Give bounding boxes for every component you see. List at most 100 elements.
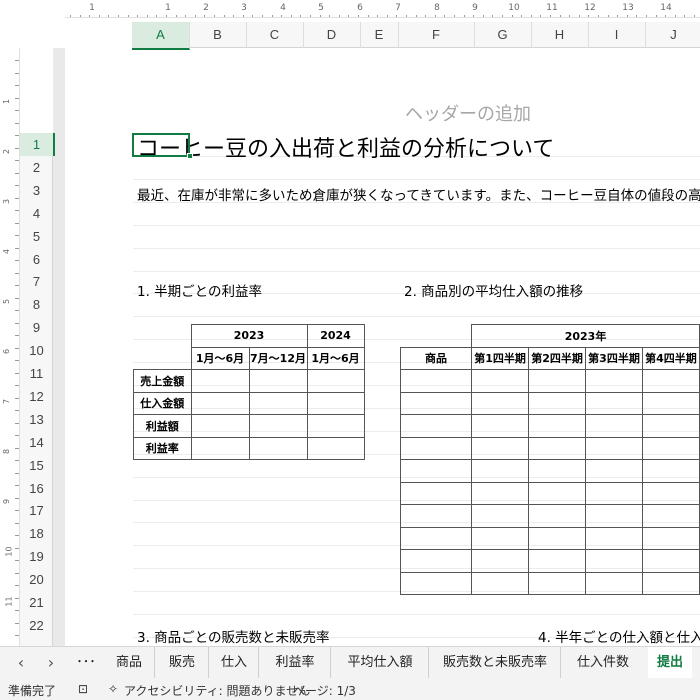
row-header-2[interactable]: 2 [20,156,53,179]
data-cell[interactable] [585,481,643,505]
data-cell[interactable] [528,504,587,528]
data-cell[interactable] [400,526,473,550]
row-header-19[interactable]: 19 [20,545,53,568]
sheet-tab[interactable]: 商品 [104,647,155,678]
data-cell[interactable] [641,436,700,460]
column-header-j[interactable]: J [645,22,700,48]
row-header-11[interactable]: 11 [20,362,53,385]
scroll-right-icon[interactable]: › [40,647,62,678]
data-cell[interactable] [400,436,473,460]
data-cell[interactable] [528,391,587,415]
data-cell[interactable] [400,459,473,483]
data-cell[interactable] [528,369,587,393]
data-cell[interactable] [528,414,587,438]
data-cell[interactable] [641,391,700,415]
column-header-c[interactable]: C [246,22,304,48]
row-header-15[interactable]: 15 [20,454,53,477]
data-cell[interactable] [190,369,250,393]
data-cell[interactable] [585,414,643,438]
column-header-a[interactable]: A [132,22,190,50]
row-header-20[interactable]: 20 [20,568,53,591]
row-header-5[interactable]: 5 [20,225,53,248]
macro-record-icon[interactable]: ⊡ [78,682,88,696]
sheet-tab[interactable]: 仕入件数 [562,647,644,678]
column-header-d[interactable]: D [303,22,361,48]
data-cell[interactable] [400,504,473,528]
sheet-tab[interactable]: 販売 [156,647,209,678]
data-cell[interactable] [471,549,530,573]
data-cell[interactable] [528,436,587,460]
data-cell[interactable] [471,526,530,550]
data-cell[interactable] [641,571,700,595]
data-cell[interactable] [641,481,700,505]
row-header-1[interactable]: 1 [20,133,55,156]
data-cell[interactable] [585,459,643,483]
row-header-9[interactable]: 9 [20,316,53,339]
data-cell[interactable] [528,526,587,550]
data-cell[interactable] [641,526,700,550]
sheet-tab-active[interactable]: 提出 [648,647,692,681]
data-cell[interactable] [400,571,473,595]
data-cell[interactable] [641,504,700,528]
data-cell[interactable] [248,436,308,460]
data-cell[interactable] [306,414,365,438]
data-cell[interactable] [585,526,643,550]
row-header-16[interactable]: 16 [20,477,53,500]
data-cell[interactable] [641,414,700,438]
data-cell[interactable] [641,459,700,483]
row-header-21[interactable]: 21 [20,591,53,614]
data-cell[interactable] [306,436,365,460]
data-cell[interactable] [528,481,587,505]
row-header-18[interactable]: 18 [20,522,53,545]
data-cell[interactable] [471,481,530,505]
sheet-tab[interactable]: 販売数と未販売率 [430,647,561,678]
data-cell[interactable] [585,369,643,393]
data-cell[interactable] [471,436,530,460]
more-sheets-button[interactable]: ･･･ [70,647,102,678]
data-cell[interactable] [585,436,643,460]
data-cell[interactable] [306,391,365,415]
fill-handle[interactable] [187,153,193,159]
column-header-g[interactable]: G [474,22,532,48]
row-header-14[interactable]: 14 [20,431,53,454]
row-header-17[interactable]: 17 [20,499,53,522]
row-header-6[interactable]: 6 [20,248,53,271]
column-header-i[interactable]: I [588,22,646,48]
data-cell[interactable] [585,391,643,415]
data-cell[interactable] [306,369,365,393]
data-cell[interactable] [400,414,473,438]
data-cell[interactable] [190,391,250,415]
data-cell[interactable] [471,414,530,438]
accessibility-status[interactable]: アクセシビリティ: 問題ありません [124,682,310,699]
column-header-b[interactable]: B [189,22,247,48]
data-cell[interactable] [400,481,473,505]
data-cell[interactable] [190,436,250,460]
sheet-tab[interactable]: 利益率 [260,647,331,678]
data-cell[interactable] [585,504,643,528]
data-cell[interactable] [585,571,643,595]
data-cell[interactable] [585,549,643,573]
add-header-placeholder[interactable]: ヘッダーの追加 [405,100,531,126]
column-header-h[interactable]: H [531,22,589,48]
active-cell-A1[interactable] [132,133,190,157]
column-header-e[interactable]: E [360,22,399,48]
sheet-tab[interactable]: 平均仕入額 [332,647,429,678]
data-cell[interactable] [248,414,308,438]
data-cell[interactable] [248,391,308,415]
row-header-10[interactable]: 10 [20,339,53,362]
row-header-3[interactable]: 3 [20,179,53,202]
data-cell[interactable] [641,369,700,393]
row-header-7[interactable]: 7 [20,270,53,293]
data-cell[interactable] [471,571,530,595]
data-cell[interactable] [641,549,700,573]
row-header-8[interactable]: 8 [20,293,53,316]
data-cell[interactable] [248,369,308,393]
data-cell[interactable] [400,391,473,415]
data-cell[interactable] [528,549,587,573]
data-cell[interactable] [471,504,530,528]
row-header-13[interactable]: 13 [20,408,53,431]
sheet-tab[interactable]: 仕入 [210,647,259,678]
data-cell[interactable] [471,459,530,483]
data-cell[interactable] [400,549,473,573]
data-cell[interactable] [528,571,587,595]
